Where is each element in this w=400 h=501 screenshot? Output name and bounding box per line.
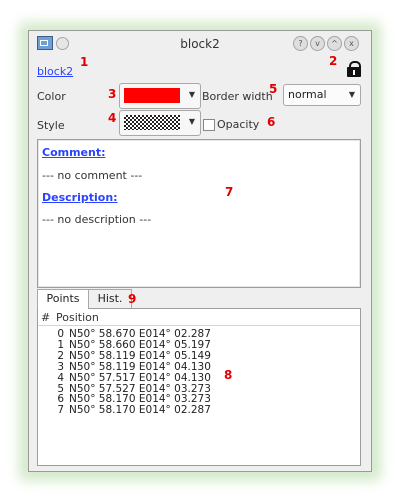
maximize-button[interactable]: ^ <box>327 36 342 51</box>
annotation-6: 6 <box>267 115 276 129</box>
titlebar[interactable]: block2 ? v ^ x <box>29 31 371 57</box>
help-button[interactable]: ? <box>293 36 308 51</box>
points-table[interactable]: # Position 0 N50° 58.670 E014° 02.287 1 N50… <box>37 308 361 466</box>
annotation-8: 8 <box>224 368 233 382</box>
block-link[interactable]: block2 <box>37 65 73 78</box>
annotation-4: 4 <box>108 111 117 125</box>
annotation-1: 1 <box>80 55 89 69</box>
row-index: 7 <box>57 404 64 417</box>
dialog-window: block2 ? v ^ x block2 1 2 Color 3 ▼ Bord… <box>28 30 372 472</box>
style-picker-button[interactable]: ▼ <box>119 110 201 136</box>
opacity-label[interactable]: Opacity <box>217 118 259 131</box>
annotation-3: 3 <box>108 87 117 101</box>
border-width-label: Border width <box>202 90 273 103</box>
border-width-value: normal <box>288 88 327 101</box>
border-width-select[interactable]: normal ▼ <box>283 84 361 106</box>
color-picker-button[interactable]: ▼ <box>119 83 201 109</box>
lock-icon[interactable] <box>347 61 361 77</box>
annotation-5: 5 <box>269 82 278 96</box>
comment-text: --- no comment --- <box>42 169 143 182</box>
column-header-position[interactable]: Position <box>56 311 99 324</box>
chevron-down-icon: ▼ <box>188 90 195 99</box>
opacity-checkbox[interactable] <box>203 119 215 131</box>
annotation-2: 2 <box>329 54 338 68</box>
row-position: N50° 58.170 E014° 02.287 <box>69 404 211 417</box>
pattern-swatch <box>124 115 180 130</box>
description-heading[interactable]: Description: <box>42 191 118 204</box>
header-divider <box>38 325 360 326</box>
details-textbox[interactable]: Comment: --- no comment --- Description:… <box>37 139 361 288</box>
annotation-7: 7 <box>225 185 234 199</box>
tab-points[interactable]: Points <box>37 289 89 309</box>
comment-heading[interactable]: Comment: <box>42 146 106 159</box>
column-header-index[interactable]: # <box>41 311 50 324</box>
description-text: --- no description --- <box>42 213 152 226</box>
table-row[interactable]: 7 N50° 58.170 E014° 02.287 <box>38 404 360 416</box>
minimize-button[interactable]: v <box>310 36 325 51</box>
style-label: Style <box>37 119 65 132</box>
tab-hist[interactable]: Hist. <box>88 289 132 308</box>
color-label: Color <box>37 90 66 103</box>
annotation-9: 9 <box>128 292 137 306</box>
chevron-down-icon: ▼ <box>348 90 355 99</box>
color-swatch <box>124 88 180 103</box>
chevron-down-icon: ▼ <box>188 117 195 126</box>
close-button[interactable]: x <box>344 36 359 51</box>
